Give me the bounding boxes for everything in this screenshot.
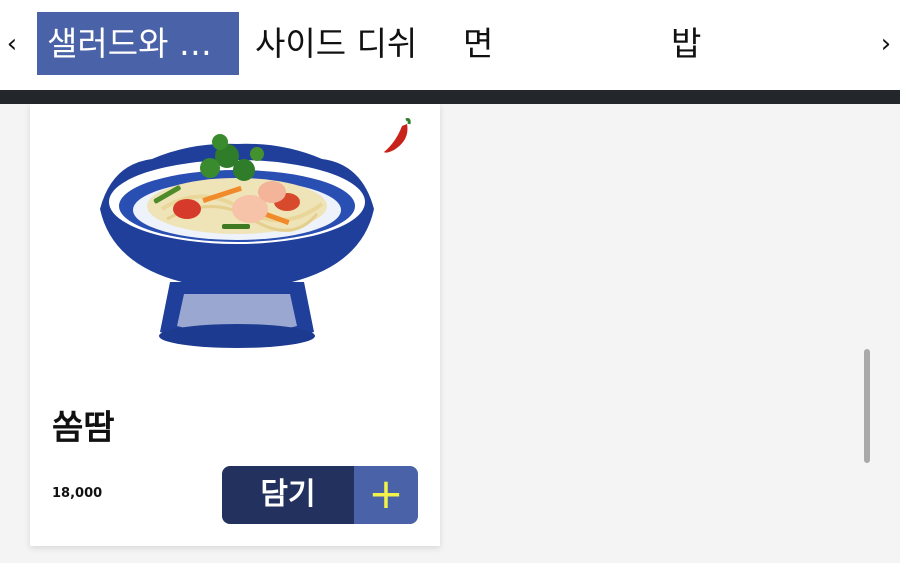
- chili-icon: [384, 118, 411, 153]
- menu-item-card[interactable]: 쏨땀 18,000 담기 +: [30, 104, 440, 546]
- add-to-cart-button[interactable]: 담기 +: [222, 466, 418, 524]
- scrollbar[interactable]: [864, 349, 870, 463]
- tab-side-dish[interactable]: 사이드 디쉬: [255, 12, 417, 75]
- chevron-right-icon[interactable]: ›: [874, 24, 898, 64]
- plus-icon: +: [354, 466, 418, 524]
- item-price: 18,000: [52, 486, 103, 501]
- tab-noodles[interactable]: 면: [463, 12, 493, 75]
- tab-salad[interactable]: 샐러드와 …: [37, 12, 239, 75]
- item-name: 쏨땀: [52, 408, 115, 448]
- chevron-left-icon[interactable]: ‹: [0, 24, 24, 64]
- divider-bar: [0, 90, 900, 104]
- food-image: [100, 134, 374, 348]
- add-button-label: 담기: [222, 466, 354, 524]
- category-nav: ‹ 샐러드와 … 사이드 디쉬 면 밥 ›: [0, 0, 900, 90]
- tab-rice[interactable]: 밥: [671, 12, 701, 75]
